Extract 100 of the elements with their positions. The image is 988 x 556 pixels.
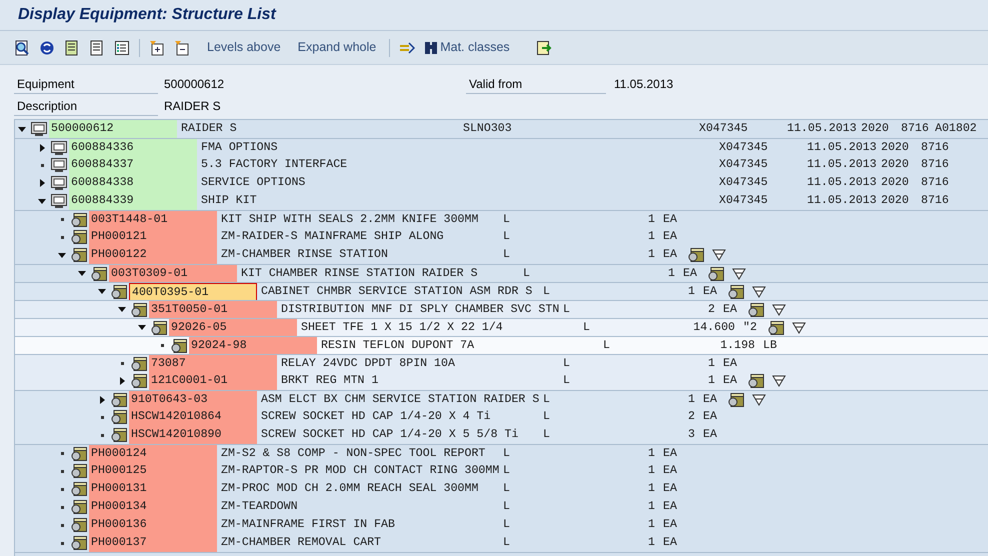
filter-icon[interactable] [772, 375, 786, 387]
table-cell: L [503, 230, 510, 244]
expand-arrow-icon[interactable] [40, 179, 44, 187]
collapse-arrow-icon[interactable] [38, 198, 46, 204]
date-cell: 11.05.2013 [807, 140, 877, 154]
material-link-icon [748, 374, 764, 388]
item-number[interactable]: 73087 [149, 354, 277, 372]
table-cell: 8716 [901, 122, 929, 136]
mat-classes-button[interactable]: Mat. classes [424, 38, 510, 57]
date-cell: 11.05.2013 [807, 176, 877, 190]
collapse-arrow-icon[interactable] [18, 126, 26, 132]
expand-arrow-icon[interactable] [120, 377, 124, 385]
item-number[interactable]: 003T1448-01 [89, 210, 217, 228]
material-icon [111, 428, 127, 442]
material-icon [71, 482, 87, 496]
unit-cell: EA [703, 428, 717, 442]
item-number[interactable]: 500000612 [49, 120, 177, 138]
item-number[interactable]: PH000136 [89, 516, 217, 534]
date-cell: 11.05.2013 [807, 158, 877, 172]
unit-cell: EA [723, 302, 737, 316]
monitor-icon [51, 194, 67, 208]
unit-cell: EA [663, 536, 677, 550]
item-number[interactable]: 400T0395-01 [129, 282, 257, 300]
field-label: Equipment [14, 74, 158, 94]
material-link-icon [748, 302, 764, 316]
monitor-icon [51, 176, 67, 190]
table-cell: X047345 [719, 158, 768, 172]
item-number[interactable]: 121C0001-01 [149, 372, 277, 390]
collapse-arrow-icon[interactable] [78, 271, 86, 276]
material-icon [131, 374, 147, 388]
quantity-cell-text: 1 [648, 212, 655, 228]
filter-icon[interactable] [712, 249, 726, 261]
search-icon[interactable] [14, 40, 30, 56]
filter-icon[interactable] [752, 394, 766, 406]
item-description: CABINET CHMBR SERVICE STATION ASM RDR S [260, 284, 534, 300]
filter-icon[interactable] [732, 268, 746, 280]
item-number[interactable]: 600884338 [69, 174, 197, 192]
export-icon[interactable] [536, 40, 552, 56]
item-number[interactable]: 600884336 [69, 138, 197, 156]
collapse-arrow-icon[interactable] [118, 307, 126, 312]
item-description: ASM ELCT BX CHM SERVICE STATION RAIDER S [260, 392, 540, 408]
table-cell: L [503, 500, 510, 514]
item-description: KIT SHIP WITH SEALS 2.2MM KNIFE 300MM [220, 212, 480, 228]
table-cell: L [543, 428, 550, 442]
material-link-icon [768, 320, 784, 334]
expand-arrow-icon[interactable] [100, 396, 104, 404]
item-number[interactable]: 600884337 [69, 156, 197, 174]
expand-whole-button[interactable]: Expand whole [298, 38, 376, 57]
material-icon [71, 464, 87, 478]
quantity-cell-text: 1 [648, 247, 655, 264]
item-number[interactable]: 92024-98 [189, 336, 317, 354]
collapse-icon[interactable] [174, 40, 190, 56]
item-description: 5.3 FACTORY INTERFACE [200, 157, 348, 174]
expand-icon[interactable] [149, 40, 165, 56]
item-number[interactable]: 910T0643-03 [129, 390, 257, 408]
material-icon [71, 500, 87, 514]
refresh-icon[interactable] [39, 40, 55, 56]
item-number[interactable]: PH000124 [89, 444, 217, 462]
unit-cell: EA [703, 284, 717, 298]
collapse-arrow-icon[interactable] [98, 289, 106, 294]
filter-icon[interactable] [772, 304, 786, 316]
item-number[interactable]: PH000137 [89, 534, 217, 552]
material-icon [131, 302, 147, 316]
field-value: 11.05.2013 [614, 76, 674, 93]
levels-above-button[interactable]: Levels above [207, 38, 281, 57]
list-icon[interactable] [114, 40, 130, 56]
filter-icon[interactable] [752, 286, 766, 298]
field-value: 500000612 [164, 76, 226, 93]
item-number[interactable]: 003T0309-01 [109, 264, 237, 282]
item-number[interactable]: PH000122 [89, 246, 217, 264]
item-number[interactable]: PH000121 [89, 228, 217, 246]
quantity-cell-text: 14.600 [693, 320, 735, 336]
document-icon[interactable] [64, 40, 80, 56]
item-number[interactable]: 600884339 [69, 192, 197, 210]
document-icon[interactable] [89, 40, 105, 56]
quantity-cell-text: 2 [708, 302, 715, 318]
window-title: Display Equipment: Structure List [18, 5, 276, 25]
table-cell: X047345 [719, 176, 768, 190]
item-number[interactable]: 92026-05 [169, 318, 297, 336]
unit-cell: LB [763, 338, 777, 352]
item-number[interactable]: 351T0050-01 [149, 300, 277, 318]
arrows-icon[interactable] [399, 40, 416, 56]
monitor-icon [51, 158, 67, 172]
item-number[interactable]: PH000131 [89, 480, 217, 498]
item-description: DISTRIBUTION MNF DI SPLY CHAMBER SVC STN [280, 302, 560, 318]
material-icon [171, 338, 187, 352]
collapse-arrow-icon[interactable] [58, 252, 66, 258]
expand-arrow-icon[interactable] [40, 144, 44, 152]
collapse-arrow-icon[interactable] [138, 325, 146, 330]
table-cell: L [503, 482, 510, 496]
table-cell: L [523, 266, 530, 280]
item-number[interactable]: PH000125 [89, 462, 217, 480]
quantity-cell-text: 1 [648, 463, 655, 480]
item-number[interactable]: HSCW142010890 [129, 426, 257, 444]
table-cell: L [503, 446, 510, 460]
table-cell: L [543, 284, 550, 298]
item-number[interactable]: PH000134 [89, 498, 217, 516]
filter-icon[interactable] [792, 322, 806, 334]
unit-cell: EA [663, 518, 677, 532]
item-number[interactable]: HSCW142010864 [129, 408, 257, 426]
